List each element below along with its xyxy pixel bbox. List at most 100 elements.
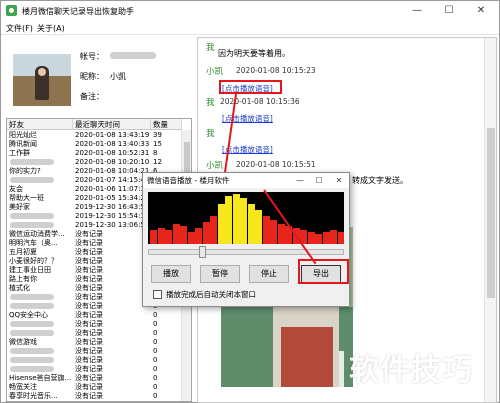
last-time-cell: 2020-01-06 11:07:10 [75,185,150,193]
last-time-cell: 没有记录 [75,347,103,355]
message-timestamp: 2020-01-08 10:15:51 [236,160,316,169]
account-value-blurred [110,52,156,59]
spectrum-bar [255,210,262,244]
spectrum-bar [157,228,165,244]
table-row[interactable]: 没有记录 0 [7,356,182,365]
stop-button[interactable]: 停止 [249,265,289,283]
table-row[interactable]: 2020-01-08 10:20:10 12 [7,158,182,167]
dialog-minimize-button[interactable]: — [291,173,309,188]
count-cell: 15 [153,140,162,148]
spectrum-bar [232,194,240,244]
table-row[interactable]: 没有记录 0 [7,365,182,374]
play-button[interactable]: 播放 [151,265,191,283]
last-time-cell: 2019-12-30 16:43:51 [75,203,150,211]
table-row[interactable]: 微信游戏 没有记录 0 [7,338,182,347]
column-header-count[interactable]: 数量 [151,119,182,130]
menu-bar: 文件(F) 关于(A) [1,21,499,35]
table-row[interactable]: 没有记录 0 [7,320,182,329]
last-time-cell: 2020-01-08 13:43:19 [75,131,150,139]
friend-name-cell: 春享时光音乐... [9,392,58,400]
last-time-cell: 没有记录 [75,320,103,328]
auto-close-label: 播放完成后自动关闭本窗口 [166,290,256,299]
minimize-button[interactable]: — [401,1,433,21]
message-timestamp: 2020-01-08 10:15:23 [236,66,316,75]
spectrum-bar [150,230,157,244]
dialog-maximize-button[interactable]: ☐ [310,173,328,188]
table-row[interactable]: 畅宽关注 没有记录 0 [7,383,182,392]
table-row[interactable]: 春享时光音乐... 没有记录 0 [7,392,182,401]
voice-player-dialog: 微信语音播放 - 楼月软件 — ☐ ✕ 播放 暂停 停止 导出 播放完成后自动关… [142,172,350,307]
last-time-cell: 没有记录 [75,239,103,247]
friend-name-cell: 明明汽车（奥... [9,239,58,247]
message-text: 因为明天要等着用。 [218,49,290,58]
chat-scrollbar[interactable] [484,38,496,402]
column-header-friend[interactable]: 好友 [7,119,73,130]
spectrum-bar [247,204,255,244]
app-icon [6,5,17,16]
last-time-cell: 没有记录 [75,257,103,265]
spectrum-bar [180,226,187,244]
count-cell: 0 [153,320,158,328]
last-time-cell: 2019-12-30 15:54:19 [75,212,150,220]
spectrum-bar [165,230,172,244]
sender-me: 我 [206,98,215,108]
last-time-cell: 没有记录 [75,356,103,364]
table-row[interactable]: 没有记录 0 [7,347,182,356]
last-time-cell: 2020-01-08 10:04:21 [75,167,150,175]
last-time-cell: 2020-01-08 10:20:10 [75,158,150,166]
blurred-name [10,357,54,363]
sender-other: 小凯 [206,67,224,77]
spectrum-bar [217,204,225,244]
spectrum-bar [337,232,344,244]
maximize-button[interactable]: ☐ [433,1,465,21]
table-row[interactable]: Hisense爸自营旗... 没有记录 0 [7,374,182,383]
count-cell: 12 [153,158,162,166]
pause-button[interactable]: 暂停 [200,265,240,283]
last-time-cell: 没有记录 [75,284,103,292]
close-button[interactable]: ✕ [465,1,497,21]
last-time-cell: 2019-12-30 13:06:55 [75,221,150,229]
table-row[interactable]: QQ安全中心 没有记录 0 [7,311,182,320]
blurred-name [10,321,54,327]
playback-slider-thumb[interactable] [199,246,206,258]
last-time-cell: 没有记录 [75,311,103,319]
spectrum-bar [202,222,210,244]
menu-about[interactable]: 关于(A) [37,23,65,34]
main-window: 楼月微信聊天记录导出恢复助手 — ☐ ✕ 文件(F) 关于(A) 帐号： 昵称：… [0,0,500,403]
last-time-cell: 2020-01-08 10:52:31 [75,149,150,157]
spectrum-bar [187,232,195,244]
table-row[interactable]: 腾讯新闻 2020-01-08 13:40:33 15 [7,140,182,149]
message-text: 转成文字发送。 [352,176,408,185]
column-header-last-time[interactable]: 最近聊天时间 [73,119,151,130]
last-time-cell: 没有记录 [75,392,103,400]
count-cell: 0 [153,311,158,319]
spectrum-bar [210,216,217,244]
auto-close-checkbox[interactable] [153,290,162,299]
friend-name-cell: 微信运动消费学... [9,230,65,238]
table-row[interactable]: 工作群 2020-01-08 10:52:31 8 [7,149,182,158]
last-time-cell: 没有记录 [75,248,103,256]
spectrum-bar [270,220,277,244]
friend-name-cell: 工作群 [9,149,30,157]
table-row[interactable]: 没有记录 0 [7,329,182,338]
play-voice-link[interactable]: [点击播放语音] [222,113,273,124]
watermark-logo-icon [339,351,344,387]
friend-name-cell: 美好家 [9,203,30,211]
last-time-cell: 没有记录 [75,329,103,337]
blurred-name [10,303,54,309]
friend-name-cell: QQ安全中心 [9,311,49,319]
table-row[interactable]: 阳光灿烂 2020-01-08 13:43:19 39 [7,131,182,140]
blurred-name [10,348,54,354]
last-time-cell: 没有记录 [75,266,103,274]
scrollbar-thumb[interactable] [487,128,495,298]
dialog-close-button[interactable]: ✕ [330,173,348,188]
last-time-cell: 没有记录 [75,383,103,391]
avatar [13,54,71,106]
count-cell: 0 [153,338,158,346]
playback-slider[interactable] [148,249,344,255]
menu-file[interactable]: 文件(F) [6,23,33,34]
count-cell: 0 [153,347,158,355]
friend-name-cell: Hisense爸自营旗... [9,374,72,382]
blurred-name [10,213,54,219]
friend-name-cell: 阳光灿烂 [9,131,37,139]
